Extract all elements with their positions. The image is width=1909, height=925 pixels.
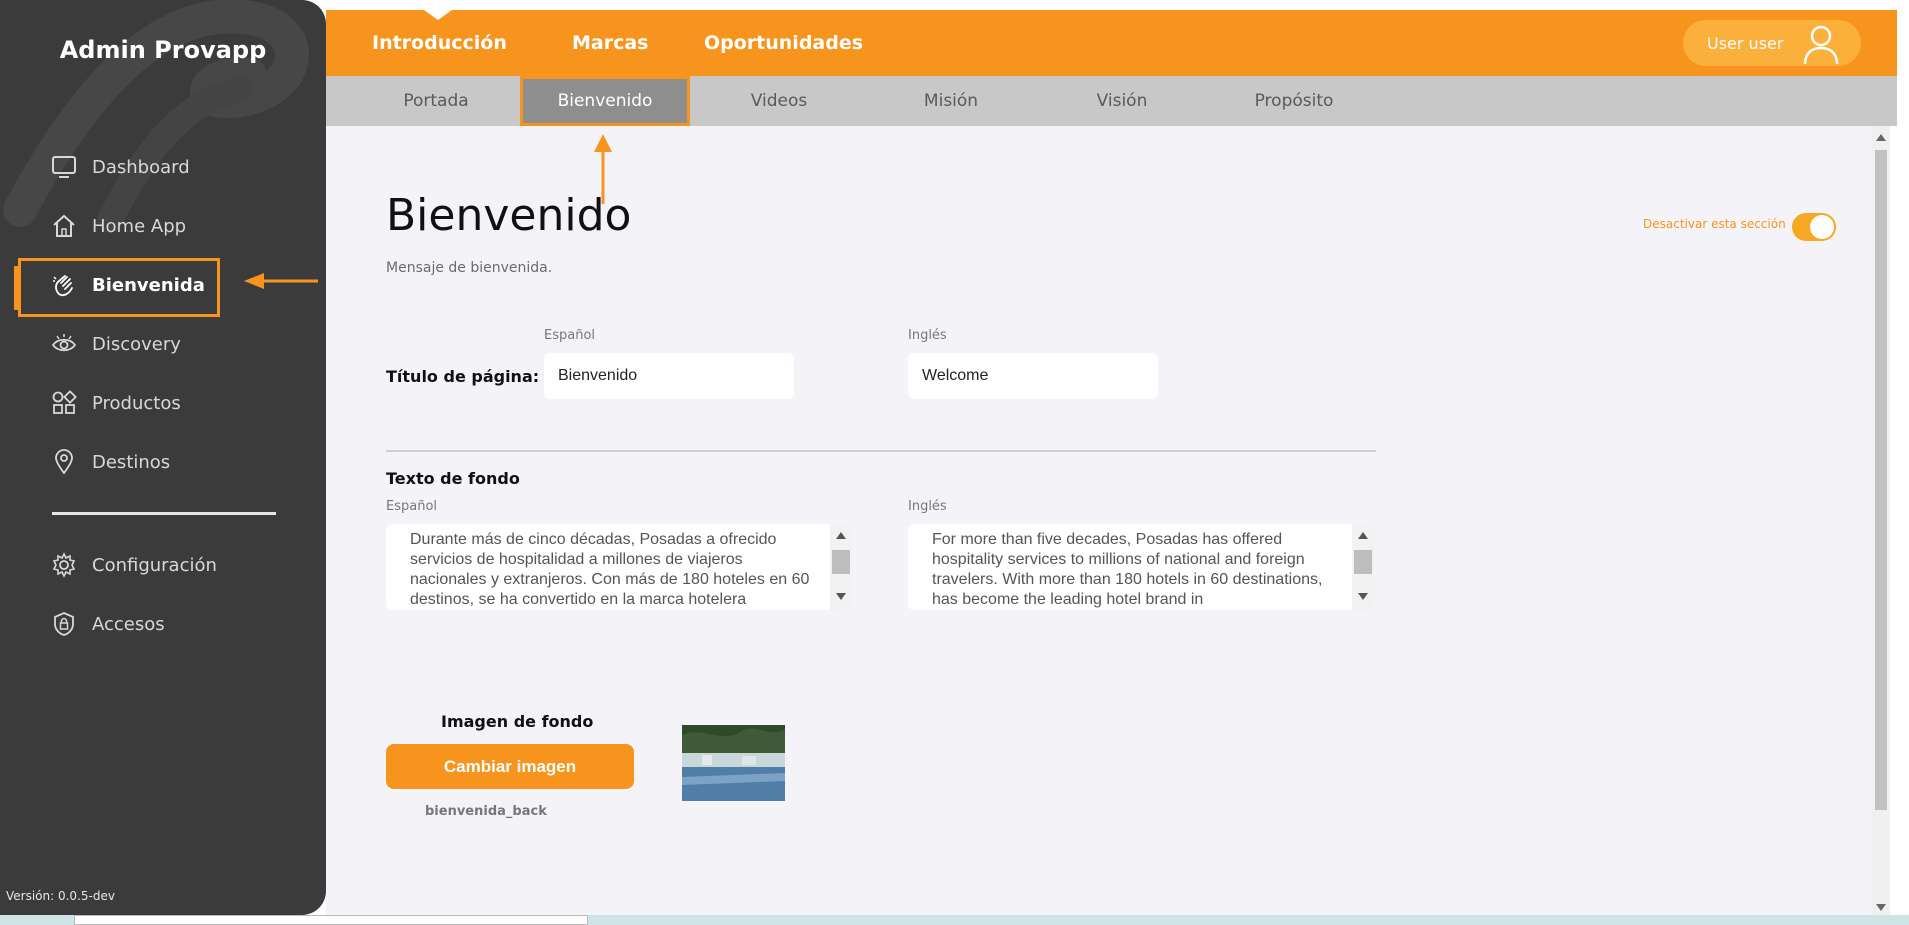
image-filename: bienvenida_back <box>425 804 547 819</box>
version-label: Versión: 0.0.5-dev <box>6 889 115 903</box>
sidebar-item-label: Bienvenida <box>92 274 205 296</box>
sidebar-item-label: Destinos <box>92 451 171 473</box>
gear-icon <box>50 551 78 579</box>
tab-marcas[interactable]: Marcas <box>572 32 649 54</box>
subtab-bienvenido[interactable]: Bienvenido <box>520 76 690 126</box>
sidebar-item-home-app[interactable]: Home App <box>50 212 186 240</box>
sidebar-item-bienvenida[interactable]: Bienvenida <box>50 271 205 299</box>
shield-lock-icon <box>50 610 78 638</box>
section-toggle[interactable] <box>1792 213 1836 241</box>
textarea-scrollbar[interactable] <box>830 524 852 610</box>
page-title-en-input[interactable] <box>908 353 1158 399</box>
page-subtitle: Mensaje de bienvenida. <box>386 260 553 276</box>
subtab-mision[interactable]: Misión <box>866 76 1036 126</box>
lang-label-en: Inglés <box>908 328 947 343</box>
sidebar-item-label: Discovery <box>92 333 181 355</box>
sidebar-item-label: Home App <box>92 215 187 237</box>
user-avatar-icon <box>1803 25 1839 65</box>
sidebar-item-accesos[interactable]: Accesos <box>50 610 165 638</box>
user-menu-button[interactable]: User user <box>1683 20 1861 66</box>
sidebar: Admin Provapp Dashboard Home App Bienven… <box>0 0 326 915</box>
app-title: Admin Provapp <box>59 36 267 64</box>
page-title-label: Título de página: <box>386 367 540 386</box>
page-title: Bienvenido <box>386 190 632 241</box>
active-tab-notch <box>424 10 452 20</box>
sidebar-item-label: Productos <box>92 392 181 414</box>
subtab-proposito[interactable]: Propósito <box>1209 76 1379 126</box>
sidebar-item-label: Configuración <box>92 554 217 576</box>
textarea-content: For more than five decades, Posadas has … <box>932 531 1323 608</box>
grid-shapes-icon <box>50 389 78 417</box>
background-image-thumbnail <box>682 725 785 801</box>
background-text-es-textarea[interactable]: Durante más de cinco décadas, Posadas a … <box>386 524 852 610</box>
lang-label-es: Español <box>544 328 596 343</box>
sidebar-item-label: Accesos <box>92 613 165 635</box>
taskbar-window <box>74 915 588 925</box>
subtab-videos[interactable]: Videos <box>694 76 864 126</box>
scroll-up-arrow-icon[interactable] <box>1358 532 1368 539</box>
subtab-portada[interactable]: Portada <box>351 76 521 126</box>
textarea-scrollbar[interactable] <box>1352 524 1374 610</box>
page-title-es-input[interactable] <box>544 353 794 399</box>
top-navbar <box>326 10 1897 76</box>
toggle-label: Desactivar esta sección <box>1643 217 1786 231</box>
eye-icon <box>50 330 78 358</box>
waving-hand-icon <box>50 271 78 299</box>
sidebar-divider <box>52 512 276 515</box>
tab-introduccion[interactable]: Introducción <box>372 32 507 54</box>
background-text-label: Texto de fondo <box>386 469 520 488</box>
page-scrollbar[interactable] <box>1872 126 1890 916</box>
home-icon <box>50 212 78 240</box>
change-image-button[interactable]: Cambiar imagen <box>386 744 634 789</box>
scroll-thumb[interactable] <box>1354 550 1372 574</box>
sidebar-item-label: Dashboard <box>92 156 190 178</box>
sidebar-item-configuracion[interactable]: Configuración <box>50 551 217 579</box>
scroll-up-arrow-icon[interactable] <box>836 532 846 539</box>
sidebar-item-destinos[interactable]: Destinos <box>50 448 170 476</box>
lang-label-en: Inglés <box>908 499 947 514</box>
tab-oportunidades[interactable]: Oportunidades <box>704 32 863 54</box>
background-text-en-textarea[interactable]: For more than five decades, Posadas has … <box>908 524 1374 610</box>
scroll-thumb[interactable] <box>1875 150 1887 810</box>
sidebar-item-dashboard[interactable]: Dashboard <box>50 153 190 181</box>
textarea-content: Durante más de cinco décadas, Posadas a … <box>410 531 810 608</box>
sidebar-item-discovery[interactable]: Discovery <box>50 330 181 358</box>
location-pin-icon <box>50 448 78 476</box>
scroll-up-arrow-icon[interactable] <box>1876 134 1886 141</box>
scroll-down-arrow-icon[interactable] <box>1876 904 1886 911</box>
scroll-down-arrow-icon[interactable] <box>836 593 846 600</box>
user-name: User user <box>1707 33 1784 53</box>
main-content <box>326 126 1872 916</box>
section-divider <box>386 450 1376 452</box>
monitor-icon <box>50 153 78 181</box>
subtab-vision[interactable]: Visión <box>1037 76 1207 126</box>
lang-label-es: Español <box>386 499 438 514</box>
sidebar-item-productos[interactable]: Productos <box>50 389 181 417</box>
scroll-thumb[interactable] <box>832 550 850 574</box>
scroll-down-arrow-icon[interactable] <box>1358 593 1368 600</box>
background-image-label: Imagen de fondo <box>441 712 594 731</box>
